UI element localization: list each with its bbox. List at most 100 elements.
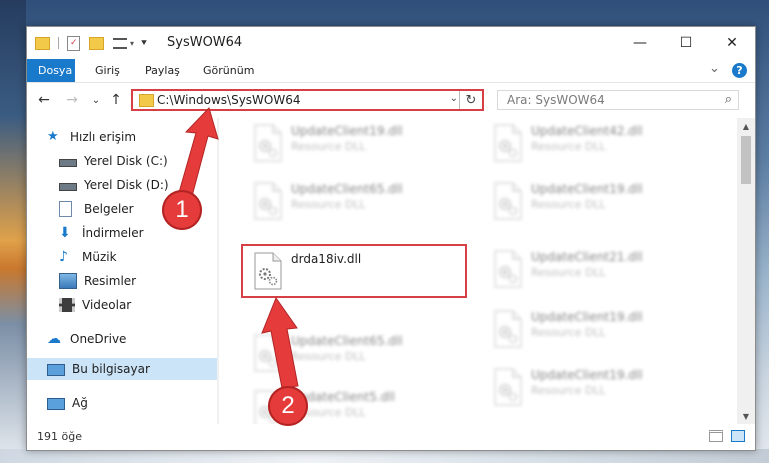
separator: [58, 37, 59, 49]
file-type: Resource DLL: [531, 384, 606, 397]
customize-toolbar-icon[interactable]: ⯆: [140, 38, 148, 49]
file-name: UpdateClient19.dll: [531, 310, 643, 324]
onedrive-icon: ☁: [47, 331, 61, 347]
dll-file-icon: [493, 368, 523, 406]
address-bar[interactable]: C:\Windows\SysWOW64 ⌄ ↻: [131, 89, 484, 111]
details-view-icon[interactable]: [709, 430, 723, 442]
file-type: Resource DLL: [531, 140, 606, 153]
address-path[interactable]: C:\Windows\SysWOW64: [157, 93, 301, 107]
download-icon: ⬇: [59, 225, 71, 241]
annotation-marker-2: 2: [268, 386, 308, 426]
sidebar-item-label: İndirmeler: [82, 226, 144, 240]
sidebar-item-label: Resimler: [84, 274, 137, 288]
list-item[interactable]: UpdateClient19.dll Resource DLL: [481, 362, 701, 412]
annotation-marker-1: 1: [162, 190, 202, 230]
file-type: Resource DLL: [531, 198, 606, 211]
folder-icon: [35, 36, 50, 50]
file-type: Resource DLL: [291, 198, 366, 211]
documents-icon: [59, 201, 72, 217]
item-count: 191 öğe: [37, 430, 82, 443]
sidebar-item-belgeler[interactable]: Belgeler 📌︎: [27, 198, 249, 220]
up-button[interactable]: ↑: [107, 91, 125, 109]
ribbon-collapse-icon[interactable]: ⌄: [709, 61, 720, 76]
file-type: Resource DLL: [291, 350, 366, 363]
sidebar-item-label: Yerel Disk (C:): [84, 154, 168, 168]
music-icon: ♪: [59, 249, 68, 265]
dll-file-icon: [493, 310, 523, 348]
file-list: UpdateClient19.dll Resource DLL UpdateCl…: [219, 118, 737, 424]
vertical-scrollbar[interactable]: ▲ ▼: [737, 118, 755, 424]
scrollbar-thumb[interactable]: [741, 136, 751, 184]
minimize-button[interactable]: —: [617, 27, 663, 59]
sidebar-item-label: Belgeler: [84, 202, 134, 216]
desktop-wallpaper: [0, 0, 26, 463]
list-item[interactable]: UpdateClient21.dll Resource DLL: [481, 244, 701, 294]
ribbon-tabs: Dosya Giriş Paylaş Görünüm ⌄ ?: [27, 59, 755, 83]
list-item[interactable]: UpdateClient65.dll Resource DLL: [241, 176, 461, 226]
forward-button[interactable]: →: [63, 91, 81, 109]
status-bar: 191 öğe: [27, 424, 755, 450]
list-item[interactable]: UpdateClient19.dll Resource DLL: [241, 118, 461, 168]
sidebar-item-disk-d[interactable]: Yerel Disk (D:) 📌︎: [27, 174, 249, 196]
window-title: SysWOW64: [167, 35, 243, 50]
tab-giris[interactable]: Giriş: [85, 59, 130, 82]
chevron-down-icon[interactable]: ⌄: [450, 93, 458, 104]
sidebar-item-label: Yerel Disk (D:): [84, 178, 169, 192]
file-type: Resource DLL: [531, 266, 606, 279]
sidebar-item-resimler[interactable]: Resimler 📌︎: [27, 270, 249, 292]
sidebar-item-onedrive[interactable]: ☁ OneDrive: [27, 328, 237, 350]
chevron-down-icon[interactable]: ▾: [130, 39, 134, 48]
folder-icon: [139, 94, 154, 107]
list-item[interactable]: UpdateClient65.dll Resource DLL: [241, 328, 461, 378]
sidebar-item-disk-c[interactable]: Yerel Disk (C:) 📌︎: [27, 150, 249, 172]
quick-access-toolbar: ✓ ▾ ⯆: [35, 35, 148, 51]
sidebar-item-network[interactable]: Ağ: [27, 392, 237, 414]
dll-file-icon: [493, 182, 523, 220]
list-item[interactable]: UpdateClient19.dll Resource DLL: [481, 176, 701, 226]
new-folder-icon[interactable]: [89, 36, 104, 50]
refresh-button[interactable]: ↻: [459, 91, 482, 109]
sidebar-item-quick-access[interactable]: ★ Hızlı erişim: [27, 126, 237, 148]
sidebar-item-indirmeler[interactable]: ⬇ İndirmeler 📌︎: [27, 222, 249, 244]
videos-icon: [59, 298, 75, 312]
sidebar-item-label: Hızlı erişim: [70, 130, 137, 144]
search-input[interactable]: Ara: SysWOW64 ⌕: [497, 90, 739, 110]
scroll-down-arrow-icon[interactable]: ▼: [737, 408, 755, 424]
search-placeholder: Ara: SysWOW64: [507, 93, 605, 107]
sidebar-item-label: Bu bilgisayar: [72, 362, 150, 376]
sidebar-item-label: Videolar: [82, 298, 132, 312]
highlight-box: [241, 244, 467, 298]
dll-file-icon: [253, 124, 283, 162]
file-name: UpdateClient65.dll: [291, 334, 403, 348]
large-icons-view-icon[interactable]: [731, 430, 745, 442]
navigation-bar: ← → ⌄ ↑ C:\Windows\SysWOW64 ⌄ ↻ Ara: Sys…: [27, 83, 755, 118]
file-name: UpdateClient19.dll: [291, 124, 403, 138]
tab-paylas[interactable]: Paylaş: [135, 59, 190, 82]
file-name: UpdateClient21.dll: [531, 250, 643, 264]
sidebar-item-label: Müzik: [82, 250, 117, 264]
drive-icon: [59, 159, 77, 167]
scroll-up-arrow-icon[interactable]: ▲: [737, 118, 755, 134]
search-icon: ⌕: [724, 92, 732, 107]
file-name: UpdateClient19.dll: [531, 368, 643, 382]
file-name: UpdateClient19.dll: [531, 182, 643, 196]
list-item[interactable]: UpdateClient19.dll Resource DLL: [481, 304, 701, 354]
drive-icon: [59, 183, 77, 191]
computer-icon: [47, 363, 65, 376]
sidebar-item-muzik[interactable]: ♪ Müzik 📌︎: [27, 246, 249, 268]
sidebar-item-label: Ağ: [72, 396, 88, 410]
view-options-icon[interactable]: [113, 37, 127, 49]
sidebar-item-videolar[interactable]: Videolar 📌︎: [27, 294, 249, 316]
dll-file-icon: [253, 182, 283, 220]
recent-locations-button[interactable]: ⌄: [87, 91, 105, 109]
maximize-button[interactable]: ☐: [663, 27, 709, 59]
close-button[interactable]: ✕: [709, 27, 755, 59]
file-name: UpdateClient65.dll: [291, 182, 403, 196]
help-icon[interactable]: ?: [732, 63, 747, 78]
list-item[interactable]: UpdateClient42.dll Resource DLL: [481, 118, 701, 168]
sidebar-item-this-pc[interactable]: Bu bilgisayar: [27, 358, 237, 380]
properties-icon[interactable]: ✓: [67, 35, 80, 51]
tab-dosya[interactable]: Dosya: [27, 59, 75, 82]
tab-gorunum[interactable]: Görünüm: [193, 59, 264, 82]
back-button[interactable]: ←: [35, 91, 53, 109]
